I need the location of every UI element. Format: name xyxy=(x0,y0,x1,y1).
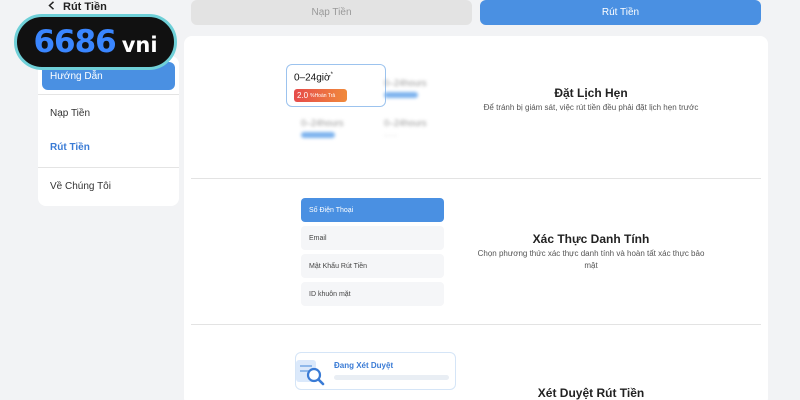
logo-suffix: vni xyxy=(121,33,158,57)
time-slot-card[interactable]: 0–24giờ* 2.0 %Hoàn Trả xyxy=(286,64,386,107)
option-face-id[interactable]: ID khuôn mặt xyxy=(301,282,444,306)
tab-withdraw[interactable]: Rút Tiền xyxy=(480,0,761,25)
section-title: Xác Thực Danh Tính xyxy=(532,232,650,246)
sidebar: Hướng Dẫn Nạp Tiền Rút Tiền Về Chúng Tôi xyxy=(38,56,179,206)
sidebar-divider xyxy=(38,167,179,168)
rebate-badge: 2.0 %Hoàn Trả xyxy=(294,89,347,102)
option-phone[interactable]: Số Điện Thoại xyxy=(301,198,444,222)
brand-logo: 6686 vni xyxy=(14,14,177,70)
sidebar-item-withdraw[interactable]: Rút Tiền xyxy=(42,133,175,161)
option-withdraw-password[interactable]: Mật Khẩu Rút Tiền xyxy=(301,254,444,278)
sidebar-divider xyxy=(38,94,179,95)
section-divider xyxy=(191,324,761,325)
sidebar-item-about[interactable]: Về Chúng Tôi xyxy=(42,172,175,200)
blurred-slot: 0–24hours xyxy=(301,118,344,138)
section-description: Chọn phương thức xác thực danh tính và h… xyxy=(477,249,705,270)
option-email[interactable]: Email xyxy=(301,226,444,250)
blurred-slot: 0–24hours xyxy=(384,78,427,98)
blurred-slot: 0–24hours ........ xyxy=(384,118,427,138)
magnifier-document-icon xyxy=(294,357,328,387)
logo-number: 6686 xyxy=(33,24,116,60)
section-title: Đặt Lịch Hẹn xyxy=(554,86,628,100)
sidebar-item-deposit[interactable]: Nạp Tiền xyxy=(42,99,175,127)
section-divider xyxy=(191,178,761,179)
review-progress-bar xyxy=(334,375,449,380)
time-slot-label: 0–24giờ* xyxy=(294,72,333,84)
review-status-card: Đang Xét Duyệt xyxy=(295,352,456,390)
section-description: Để tránh bị giám sát, việc rút tiền đều … xyxy=(483,103,699,112)
back-header[interactable]: Rút Tiền xyxy=(48,1,107,13)
chevron-left-icon xyxy=(48,1,55,13)
section-title: Xét Duyệt Rút Tiền xyxy=(537,386,645,400)
main-panel: 0–24giờ* 2.0 %Hoàn Trả 0–24hours 0–24hour… xyxy=(184,36,768,400)
tab-deposit[interactable]: Nạp Tiền xyxy=(191,0,472,25)
back-title: Rút Tiền xyxy=(63,1,107,13)
review-status-label: Đang Xét Duyệt xyxy=(334,361,394,370)
